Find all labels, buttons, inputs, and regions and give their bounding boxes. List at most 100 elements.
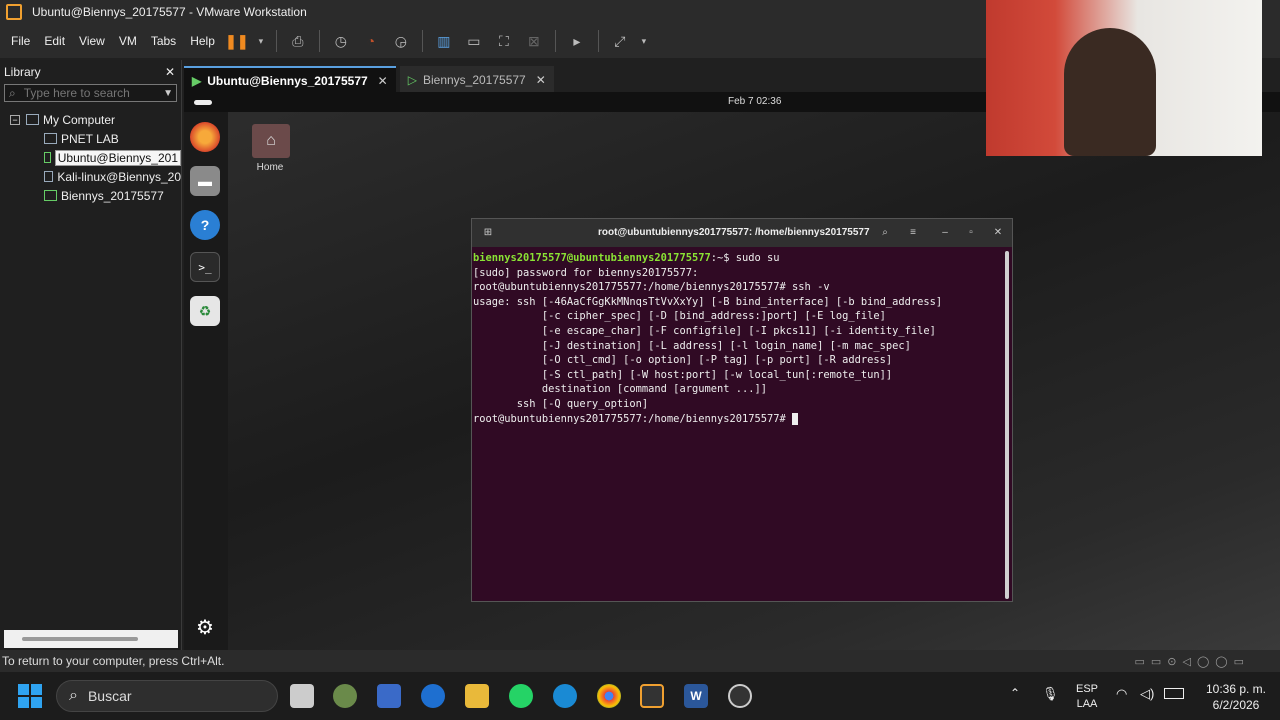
vmware-icon[interactable]: [640, 684, 664, 708]
maximize-icon[interactable]: ▫: [963, 225, 979, 241]
taskbar-date[interactable]: 6/2/2026: [1196, 698, 1276, 712]
library-search[interactable]: ⌕ ▼: [4, 84, 177, 102]
keyboard-layout[interactable]: LAA: [1072, 698, 1102, 710]
whatsapp-icon[interactable]: [509, 684, 533, 708]
files-icon[interactable]: ▬: [190, 166, 220, 196]
tree-item-biennys[interactable]: Biennys_20175577: [0, 186, 181, 205]
chevron-down-icon[interactable]: ▼: [163, 88, 173, 99]
fullscreen-icon[interactable]: ⛶: [493, 30, 515, 52]
revert-snapshot-icon[interactable]: ◔: [360, 30, 382, 52]
prompt-user: biennys20175577@ubuntubiennys201775577: [473, 252, 711, 264]
terminal-line: ssh [-Q query_option]: [473, 397, 649, 410]
task-view-icon[interactable]: [290, 684, 314, 708]
minimize-icon[interactable]: –: [937, 225, 953, 241]
tree-item-ubuntu[interactable]: Ubuntu@Biennys_201: [0, 148, 181, 167]
menu-view[interactable]: View: [72, 34, 112, 48]
collapse-icon[interactable]: −: [10, 114, 20, 125]
taskbar-time[interactable]: 10:36 p. m.: [1196, 682, 1276, 696]
terminal-line: destination [command [argument ...]]: [473, 383, 768, 396]
snapshot-manager-icon[interactable]: ◶: [390, 30, 412, 52]
edge-icon[interactable]: [553, 684, 577, 708]
word-icon[interactable]: W: [684, 684, 708, 708]
app-icon[interactable]: [728, 684, 752, 708]
text-cursor: [792, 412, 799, 425]
guest-desktop[interactable]: Feb 7 02:36 ▬ ? >_ ♻ ⚙ ⌂ Home ⊞ root@ubu…: [184, 92, 1280, 650]
tree-item-kali[interactable]: Kali-linux@Biennys_20: [0, 167, 181, 186]
console-icon[interactable]: ▸: [566, 30, 588, 52]
send-keys-icon[interactable]: ⎙: [287, 30, 309, 52]
search-icon: ⌕: [9, 85, 16, 100]
chevron-down-icon[interactable]: ▾: [639, 30, 649, 52]
menu-help[interactable]: Help: [183, 34, 222, 48]
library-toggle-icon[interactable]: ▥: [433, 30, 455, 52]
microphone-icon[interactable]: 🎙: [1042, 686, 1059, 702]
close-icon[interactable]: ✕: [378, 74, 388, 88]
toolbar-divider: [554, 30, 556, 52]
tab-biennys[interactable]: ▷ Biennys_20175577 ✕: [399, 66, 554, 94]
dock: ▬ ? >_ ♻ ⚙: [184, 112, 228, 650]
windows-start-icon[interactable]: [18, 684, 42, 708]
scrollbar-thumb[interactable]: [22, 637, 138, 641]
terminal-output[interactable]: biennys20175577@ubuntubiennys201775577:~…: [472, 249, 1012, 426]
tab-ubuntu[interactable]: ▶ Ubuntu@Biennys_20175577 ✕: [184, 66, 396, 94]
vm-icon: ▷: [407, 73, 417, 87]
thumbnail-icon[interactable]: ▭: [463, 30, 485, 52]
app-icon[interactable]: [333, 684, 357, 708]
menu-vm[interactable]: VM: [112, 34, 144, 48]
chevron-up-icon[interactable]: ⌃: [1010, 686, 1020, 700]
show-apps-icon[interactable]: ⚙: [190, 612, 220, 642]
menu-edit[interactable]: Edit: [37, 34, 72, 48]
toolbar-divider: [597, 30, 599, 52]
toolbar-divider: [318, 30, 320, 52]
person-avatar: [1064, 28, 1156, 156]
battery-icon[interactable]: [1164, 688, 1184, 699]
terminal-header[interactable]: ⊞ root@ubuntubiennys201775577: /home/bie…: [472, 219, 1012, 247]
terminal-window[interactable]: ⊞ root@ubuntubiennys201775577: /home/bie…: [471, 218, 1013, 602]
search-icon[interactable]: ⌕: [877, 225, 893, 241]
library-scrollbar[interactable]: [4, 630, 178, 648]
stretch-icon[interactable]: ⤢: [609, 30, 631, 52]
close-icon[interactable]: ✕: [165, 65, 175, 79]
device-icons[interactable]: ▭▭⊙◁◯◯▭: [1135, 655, 1250, 668]
menu-file[interactable]: File: [4, 34, 37, 48]
pause-icon[interactable]: ❚❚: [225, 30, 248, 52]
close-icon[interactable]: ✕: [536, 73, 546, 87]
app-icon[interactable]: [377, 684, 401, 708]
app-icon[interactable]: [421, 684, 445, 708]
terminal-line: [-e escape_char] [-F configfile] [-I pkc…: [473, 324, 936, 337]
file-explorer-icon[interactable]: [465, 684, 489, 708]
taskbar-search[interactable]: ⌕ Buscar: [56, 680, 278, 712]
clock[interactable]: Feb 7 02:36: [728, 96, 781, 107]
library-header: Library ✕: [0, 60, 181, 84]
chrome-icon[interactable]: [597, 684, 621, 708]
close-icon[interactable]: ✕: [990, 225, 1006, 241]
help-icon[interactable]: ?: [190, 210, 220, 240]
menu-icon[interactable]: ≡: [905, 225, 921, 241]
status-bar: To return to your computer, press Ctrl+A…: [0, 650, 1280, 672]
library-search-input[interactable]: [23, 86, 144, 100]
home-folder-icon[interactable]: ⌂: [252, 124, 290, 158]
terminal-icon[interactable]: >_: [190, 252, 220, 282]
vm-running-icon: [44, 190, 57, 201]
snapshot-icon[interactable]: ◷: [330, 30, 352, 52]
library-panel: Library ✕ ⌕ ▼ − My Computer PNET LAB Ubu…: [0, 60, 182, 650]
unity-icon[interactable]: ⊠: [523, 30, 545, 52]
trash-icon[interactable]: ♻: [190, 296, 220, 326]
new-tab-icon[interactable]: ⊞: [480, 225, 496, 241]
vm-running-icon: [44, 152, 51, 163]
volume-icon[interactable]: ◁): [1140, 686, 1154, 702]
status-text: To return to your computer, press Ctrl+A…: [2, 654, 225, 668]
firefox-icon[interactable]: [190, 122, 220, 152]
terminal-scrollbar[interactable]: [1005, 251, 1009, 599]
wifi-icon[interactable]: ◠: [1116, 686, 1127, 702]
menu-tabs[interactable]: Tabs: [144, 34, 183, 48]
language-code[interactable]: ESP: [1072, 683, 1102, 695]
computer-icon: [26, 114, 39, 125]
tree-root[interactable]: − My Computer: [0, 110, 181, 129]
terminal-line: [-O ctl_cmd] [-o option] [-P tag] [-p po…: [473, 354, 893, 367]
activities-indicator[interactable]: [194, 100, 212, 105]
chevron-down-icon[interactable]: ▾: [256, 30, 266, 52]
toolbar-divider: [275, 30, 277, 52]
tree-item-pnet-lab[interactable]: PNET LAB: [0, 129, 181, 148]
window-title: Ubuntu@Biennys_20175577 - VMware Worksta…: [32, 5, 307, 19]
